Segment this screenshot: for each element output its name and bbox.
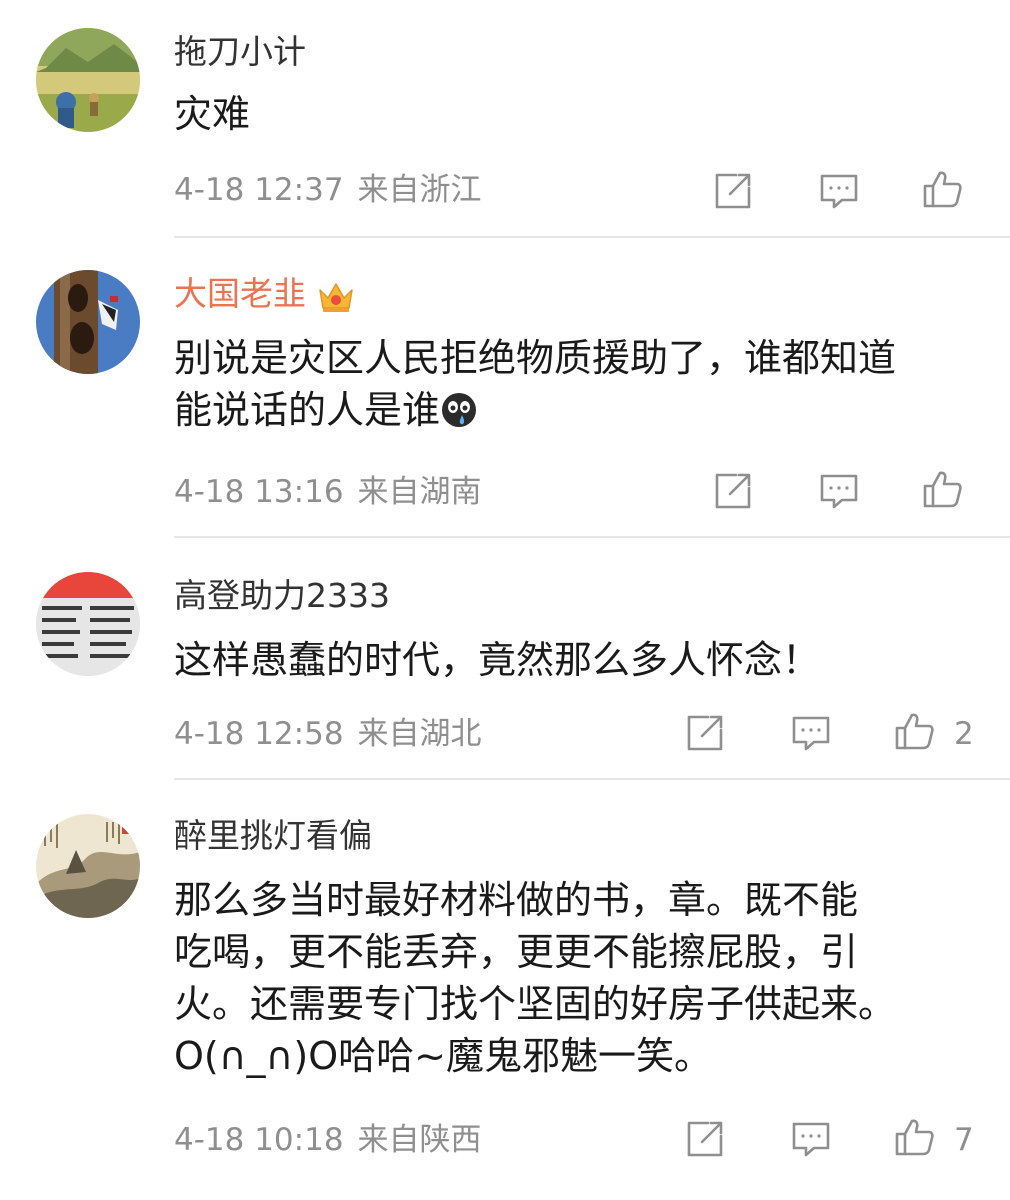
comment-text-line: 火。还需要专门找个坚固的好房子供起来。 bbox=[174, 982, 897, 1026]
comment-date: 4-18 10:18 bbox=[174, 1122, 344, 1158]
comment-location: 来自湖南 bbox=[357, 474, 482, 510]
username[interactable]: 拖刀小计 bbox=[174, 32, 306, 72]
like-icon[interactable] bbox=[922, 468, 964, 510]
comment-text: 别说是灾区人民拒绝物质援助了，谁都知道 能说话的人是谁 bbox=[174, 332, 984, 436]
share-icon[interactable] bbox=[684, 1118, 726, 1160]
reply-icon[interactable] bbox=[818, 170, 860, 212]
reply-icon[interactable] bbox=[790, 712, 832, 754]
comment-text-fragment: 能说话的人是谁 bbox=[174, 388, 441, 432]
comment-date: 4-18 12:37 bbox=[174, 172, 344, 208]
avatar-image bbox=[36, 28, 140, 132]
comment-meta: 4-18 12:37 来自浙江 bbox=[174, 170, 482, 210]
comment-text-line: 别说是灾区人民拒绝物质援助了，谁都知道 bbox=[174, 336, 897, 380]
comment-text-line: 这样愚蠢的时代，竟然那么多人怀念！ bbox=[174, 638, 821, 682]
comment-date: 4-18 12:58 bbox=[174, 716, 344, 752]
comment-text-line: 能说话的人是谁 bbox=[174, 384, 984, 436]
username[interactable]: 大国老韭 bbox=[174, 274, 356, 314]
avatar[interactable] bbox=[36, 814, 140, 918]
avatar[interactable] bbox=[36, 572, 140, 676]
username[interactable]: 醉里挑灯看偏 bbox=[174, 816, 372, 856]
reply-icon[interactable] bbox=[818, 470, 860, 512]
avatar[interactable] bbox=[36, 270, 140, 374]
comment-meta: 4-18 13:16 来自湖南 bbox=[174, 472, 482, 512]
share-icon[interactable] bbox=[712, 470, 754, 512]
comment-item: 高登助力2333 这样愚蠢的时代，竟然那么多人怀念！ 4-18 12:58 来自湖… bbox=[0, 538, 1010, 780]
vip-crown-icon bbox=[316, 278, 356, 314]
comment-meta: 4-18 10:18 来自陕西 bbox=[174, 1120, 482, 1160]
comment-text-line: O(∩_∩)O哈哈~魔鬼邪魅一笑。 bbox=[174, 1034, 712, 1078]
comment-meta: 4-18 12:58 来自湖北 bbox=[174, 714, 482, 754]
like-count: 7 bbox=[954, 1122, 974, 1158]
username[interactable]: 高登助力2333 bbox=[174, 576, 390, 616]
like-count: 2 bbox=[954, 716, 974, 752]
username-text: 大国老韭 bbox=[174, 274, 306, 313]
like-icon[interactable] bbox=[922, 168, 964, 210]
reply-icon[interactable] bbox=[790, 1118, 832, 1160]
comment-location: 来自湖北 bbox=[357, 716, 482, 752]
comment-text: 灾难 bbox=[174, 88, 984, 140]
avatar-image bbox=[36, 814, 140, 918]
like-icon[interactable] bbox=[894, 710, 936, 752]
avatar-image bbox=[36, 572, 140, 676]
comment-text-line: 灾难 bbox=[174, 92, 251, 136]
comment-location: 来自浙江 bbox=[357, 172, 482, 208]
avatar[interactable] bbox=[36, 28, 140, 132]
comment-text-line: 那么多当时最好材料做的书，章。既不能 bbox=[174, 878, 859, 922]
comment-item: 大国老韭 别说是灾区人民拒绝物质援助了，谁都知道 能说话的人是谁 4-18 13… bbox=[0, 238, 1010, 538]
comment-text: 这样愚蠢的时代，竟然那么多人怀念！ bbox=[174, 634, 984, 686]
crying-emoji-icon bbox=[440, 391, 478, 429]
comment-text-line: 吃喝，更不能丢弃，更更不能擦屁股，引 bbox=[174, 930, 859, 974]
comment-date: 4-18 13:16 bbox=[174, 474, 344, 510]
comment-item: 醉里挑灯看偏 那么多当时最好材料做的书，章。既不能 吃喝，更不能丢弃，更更不能擦… bbox=[0, 780, 1010, 1200]
comment-text: 那么多当时最好材料做的书，章。既不能 吃喝，更不能丢弃，更更不能擦屁股，引 火。… bbox=[174, 874, 984, 1082]
share-icon[interactable] bbox=[712, 170, 754, 212]
like-icon[interactable] bbox=[894, 1116, 936, 1158]
share-icon[interactable] bbox=[684, 712, 726, 754]
comment-item: 拖刀小计 灾难 4-18 12:37 来自浙江 bbox=[0, 0, 1010, 238]
comment-location: 来自陕西 bbox=[357, 1122, 482, 1158]
avatar-image bbox=[36, 270, 140, 374]
